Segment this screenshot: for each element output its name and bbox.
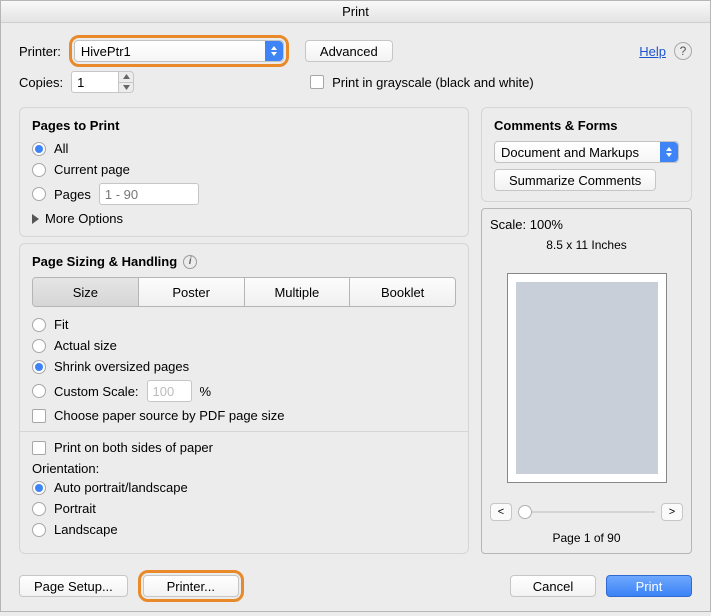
- more-options-label[interactable]: More Options: [45, 211, 123, 226]
- prev-page-button[interactable]: <: [490, 503, 512, 521]
- percent-label: %: [200, 384, 212, 399]
- shrink-radio[interactable]: [32, 360, 46, 374]
- orient-auto-radio[interactable]: [32, 481, 46, 495]
- orientation-label: Orientation:: [32, 461, 456, 476]
- print-button[interactable]: Print: [606, 575, 692, 597]
- sizing-title: Page Sizing & Handling: [32, 254, 177, 269]
- paper-source-label: Choose paper source by PDF page size: [54, 408, 285, 423]
- fit-label: Fit: [54, 317, 68, 332]
- comments-title: Comments & Forms: [494, 118, 679, 133]
- fit-radio[interactable]: [32, 318, 46, 332]
- printer-dialog-button[interactable]: Printer...: [143, 575, 239, 597]
- help-link[interactable]: Help: [639, 44, 666, 59]
- grayscale-checkbox[interactable]: [310, 75, 324, 89]
- comments-select[interactable]: Document and Markups: [494, 141, 679, 163]
- custom-scale-label: Custom Scale:: [54, 384, 139, 399]
- custom-scale-input[interactable]: [147, 380, 192, 402]
- printer-select[interactable]: HivePtr1: [74, 40, 284, 62]
- next-page-button[interactable]: >: [661, 503, 683, 521]
- info-icon[interactable]: i: [183, 255, 197, 269]
- custom-scale-radio[interactable]: [32, 384, 46, 398]
- copies-stepper[interactable]: [119, 71, 134, 93]
- sizing-title-row: Page Sizing & Handling i: [32, 254, 456, 269]
- preview-page: [507, 273, 667, 483]
- comments-value: Document and Markups: [501, 145, 639, 160]
- grayscale-label: Print in grayscale (black and white): [332, 75, 534, 90]
- seg-poster[interactable]: Poster: [139, 278, 245, 306]
- pages-title: Pages to Print: [32, 118, 456, 133]
- actual-label: Actual size: [54, 338, 117, 353]
- window-title: Print: [1, 1, 710, 23]
- printer-button-highlight: Printer...: [138, 570, 244, 602]
- print-dialog: Print Printer: HivePtr1 Advanced Help ? …: [0, 0, 711, 612]
- pages-all-radio[interactable]: [32, 142, 46, 156]
- printer-highlight: HivePtr1: [69, 35, 289, 67]
- printer-value: HivePtr1: [81, 44, 131, 59]
- orient-auto-label: Auto portrait/landscape: [54, 480, 188, 495]
- duplex-label: Print on both sides of paper: [54, 440, 213, 455]
- select-arrows-icon: [660, 142, 678, 162]
- summarize-button[interactable]: Summarize Comments: [494, 169, 656, 191]
- chevron-down-icon: [119, 83, 133, 93]
- sizing-group: Page Sizing & Handling i Size Poster Mul…: [19, 243, 469, 554]
- chevron-up-icon: [119, 72, 133, 83]
- shrink-label: Shrink oversized pages: [54, 359, 189, 374]
- actual-radio[interactable]: [32, 339, 46, 353]
- paper-size-label: 8.5 x 11 Inches: [490, 238, 683, 252]
- printer-label: Printer:: [19, 44, 61, 59]
- page-count-label: Page 1 of 90: [490, 531, 683, 545]
- copies-input[interactable]: [71, 71, 119, 93]
- seg-booklet[interactable]: Booklet: [350, 278, 455, 306]
- paper-source-checkbox[interactable]: [32, 409, 46, 423]
- pages-group: Pages to Print All Current page Pages Mo…: [19, 107, 469, 237]
- pages-current-label: Current page: [54, 162, 130, 177]
- disclosure-triangle-icon[interactable]: [32, 214, 39, 224]
- orient-landscape-label: Landscape: [54, 522, 118, 537]
- select-arrows-icon: [265, 41, 283, 61]
- page-slider[interactable]: [518, 505, 655, 519]
- copies-label: Copies:: [19, 75, 63, 90]
- orient-portrait-radio[interactable]: [32, 502, 46, 516]
- preview-content: [516, 282, 658, 474]
- pages-all-label: All: [54, 141, 68, 156]
- orient-portrait-label: Portrait: [54, 501, 96, 516]
- slider-thumb[interactable]: [518, 505, 532, 519]
- advanced-button[interactable]: Advanced: [305, 40, 393, 62]
- cancel-button[interactable]: Cancel: [510, 575, 596, 597]
- preview-group: Scale: 100% 8.5 x 11 Inches < > Page 1 o…: [481, 208, 692, 554]
- page-setup-button[interactable]: Page Setup...: [19, 575, 128, 597]
- scale-label: Scale: 100%: [490, 217, 683, 232]
- seg-size[interactable]: Size: [33, 278, 139, 306]
- pages-range-radio[interactable]: [32, 187, 46, 201]
- sizing-segmented: Size Poster Multiple Booklet: [32, 277, 456, 307]
- comments-group: Comments & Forms Document and Markups Su…: [481, 107, 692, 202]
- pages-range-label: Pages: [54, 187, 91, 202]
- pages-range-input[interactable]: [99, 183, 199, 205]
- orient-landscape-radio[interactable]: [32, 523, 46, 537]
- help-icon[interactable]: ?: [674, 42, 692, 60]
- duplex-checkbox[interactable]: [32, 441, 46, 455]
- divider: [20, 431, 468, 432]
- seg-multiple[interactable]: Multiple: [245, 278, 351, 306]
- pages-current-radio[interactable]: [32, 163, 46, 177]
